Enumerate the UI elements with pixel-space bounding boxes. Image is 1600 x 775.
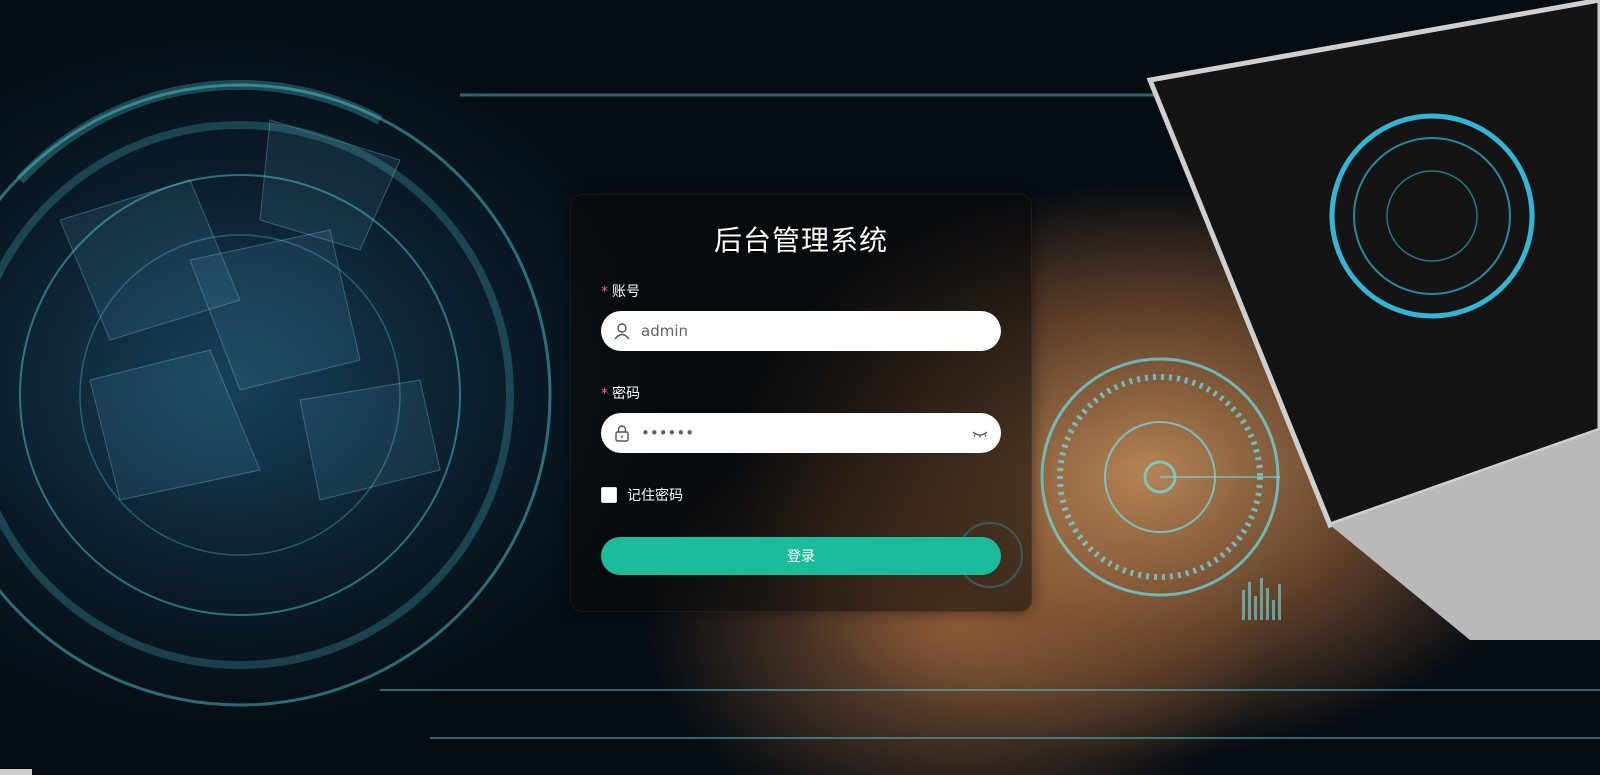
account-input[interactable] xyxy=(639,312,989,350)
lock-icon xyxy=(615,425,629,442)
login-button[interactable]: 登录 xyxy=(601,537,1001,575)
account-label-text: 账号 xyxy=(612,284,640,300)
account-label: * 账号 xyxy=(601,281,640,301)
corner-mark xyxy=(0,769,32,775)
account-field[interactable] xyxy=(601,311,1001,351)
password-field[interactable] xyxy=(601,413,1001,453)
password-label-text: 密码 xyxy=(612,386,640,402)
eye-closed-icon[interactable] xyxy=(971,424,989,442)
login-form: 后台管理系统 *账号 *密码 xyxy=(570,194,1032,612)
password-input[interactable] xyxy=(639,414,971,452)
login-page: 后台管理系统 *账号 *密码 xyxy=(0,0,1600,775)
remember-password[interactable]: 记住密码 xyxy=(601,485,683,505)
remember-label: 记住密码 xyxy=(627,488,683,504)
password-label: * 密码 xyxy=(601,383,640,403)
required-asterisk: * xyxy=(601,284,608,300)
page-title: 后台管理系统 xyxy=(713,224,888,257)
required-asterisk: * xyxy=(601,386,608,402)
remember-checkbox[interactable] xyxy=(601,487,617,503)
user-icon xyxy=(614,323,630,340)
